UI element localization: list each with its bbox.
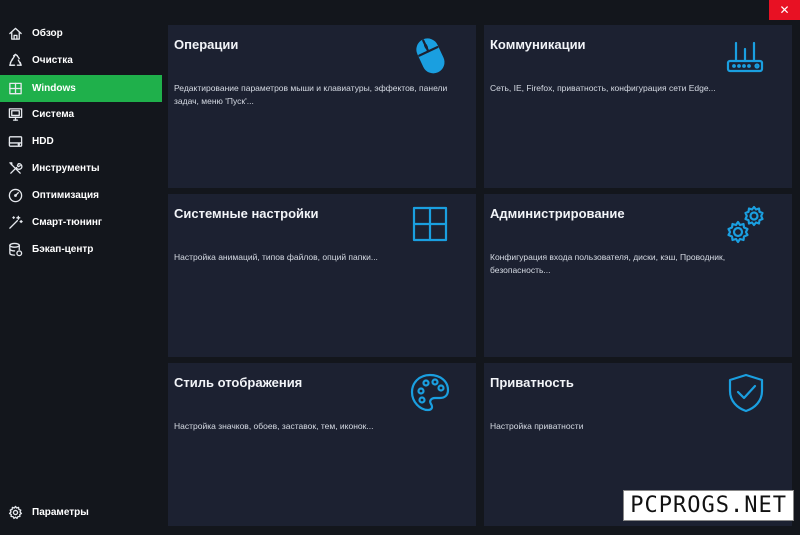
sidebar-item-label: HDD [32, 136, 54, 147]
card-description: Сеть, IE, Firefox, приватность, конфигур… [490, 83, 716, 93]
shield-icon [724, 371, 768, 415]
card-title: Системные настройки [174, 206, 319, 221]
sidebar-item-windows[interactable]: Windows [0, 75, 162, 102]
mouse-icon [408, 33, 452, 77]
tools-icon [6, 160, 24, 178]
card-title: Администрирование [490, 206, 625, 221]
card-communications[interactable]: Коммуникации Сеть, IE, Firefox, приватно… [484, 25, 792, 188]
sidebar-item-cleanup[interactable]: Очистка [0, 47, 162, 74]
sidebar-item-hdd[interactable]: HDD [0, 128, 162, 155]
card-administration[interactable]: Администрирование Конфигурация входа пол… [484, 194, 792, 357]
card-description: Настройка анимаций, типов файлов, опций … [174, 252, 378, 262]
card-title: Операции [174, 37, 239, 52]
close-button[interactable]: ✕ [769, 0, 800, 20]
sidebar-item-smart-tuning[interactable]: Смарт-тюнинг [0, 209, 162, 236]
card-title: Коммуникации [490, 37, 586, 52]
card-title: Приватность [490, 375, 574, 390]
card-display-style[interactable]: Стиль отображения Настройка значков, обо… [168, 363, 476, 526]
card-description: Настройка значков, обоев, заставок, тем,… [174, 421, 374, 431]
settings-button[interactable]: Параметры [0, 499, 162, 526]
windows-icon [6, 80, 24, 98]
card-system-settings[interactable]: Системные настройки Настройка анимаций, … [168, 194, 476, 357]
card-description: Настройка приватности [490, 421, 584, 431]
recycle-icon [6, 52, 24, 70]
close-icon: ✕ [779, 3, 790, 17]
palette-icon [408, 371, 452, 415]
sidebar-item-label: Бэкап-центр [32, 244, 94, 255]
sidebar-item-system[interactable]: Система [0, 101, 162, 128]
windows-logo-icon [408, 202, 452, 246]
watermark: PCPROGS.NET [623, 490, 794, 521]
gear-icon [6, 504, 24, 522]
sidebar-item-label: Очистка [32, 55, 73, 66]
database-icon [6, 241, 24, 259]
sidebar-item-label: Инструменты [32, 163, 100, 174]
sidebar-item-overview[interactable]: Обзор [0, 20, 162, 47]
router-icon [724, 33, 768, 77]
sidebar-item-label: Система [32, 109, 75, 120]
card-description: Конфигурация входа пользователя, диски, … [490, 252, 726, 275]
sidebar-item-label: Оптимизация [32, 190, 99, 201]
gears-icon [724, 202, 768, 246]
settings-label: Параметры [32, 507, 89, 518]
card-description: Редактирование параметров мыши и клавиат… [174, 83, 448, 106]
magic-wand-icon [6, 214, 24, 232]
sidebar-item-optimization[interactable]: Оптимизация [0, 182, 162, 209]
sidebar-item-label: Обзор [32, 28, 63, 39]
sidebar-item-label: Смарт-тюнинг [32, 217, 103, 228]
sidebar-item-label: Windows [32, 83, 76, 94]
card-title: Стиль отображения [174, 375, 303, 390]
home-icon [6, 25, 24, 43]
card-operations[interactable]: Операции Редактирование параметров мыши … [168, 25, 476, 188]
sidebar-item-tools[interactable]: Инструменты [0, 155, 162, 182]
sidebar: Обзор Очистка Windows Система HDD Инстру… [0, 0, 162, 535]
hdd-icon [6, 133, 24, 151]
gauge-icon [6, 187, 24, 205]
monitor-icon [6, 106, 24, 124]
sidebar-item-backup[interactable]: Бэкап-центр [0, 236, 162, 263]
